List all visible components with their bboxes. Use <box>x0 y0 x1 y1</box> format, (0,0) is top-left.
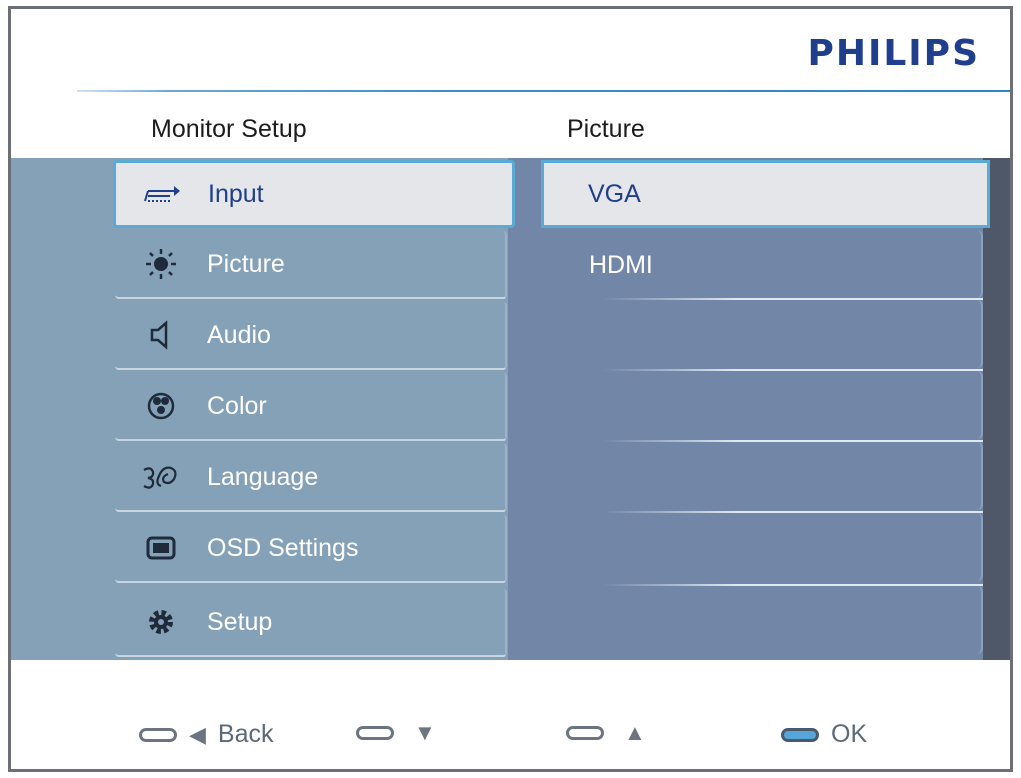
ok-key-label: OK <box>831 720 868 748</box>
menu-item-label: Audio <box>207 320 271 349</box>
osd-window: PHILIPS Monitor Setup Picture Input Pict… <box>8 6 1013 772</box>
menu-item-input[interactable]: Input <box>113 160 515 228</box>
menu-item-picture[interactable]: Picture <box>115 231 507 299</box>
ok-key[interactable]: OK <box>781 720 867 749</box>
menu-item-label: Setup <box>207 607 273 636</box>
menu-item-label: Picture <box>207 249 285 278</box>
submenu-slot <box>517 513 983 581</box>
submenu-slot <box>517 371 983 439</box>
menu-item-label: Language <box>207 462 319 491</box>
submenu-item-label: HDMI <box>589 250 653 279</box>
input-icon <box>142 181 182 207</box>
submenu-separator <box>603 584 983 586</box>
language-icon <box>141 462 181 492</box>
up-key[interactable]: ▲ <box>566 720 646 746</box>
menu-item-audio[interactable]: Audio <box>115 302 507 370</box>
submenu-item-hdmi[interactable]: HDMI <box>543 231 985 299</box>
back-key[interactable]: ◀ Back <box>139 720 274 749</box>
menu-item-color[interactable]: Color <box>115 373 507 441</box>
down-arrow-icon: ▼ <box>414 720 436 745</box>
submenu-separator <box>603 511 983 513</box>
footer <box>11 660 1010 769</box>
button-pill-icon <box>781 727 819 742</box>
menu-item-label: OSD Settings <box>207 533 359 562</box>
submenu-slot <box>517 586 983 654</box>
left-column-title: Monitor Setup <box>151 115 307 143</box>
gear-icon <box>141 607 181 637</box>
speaker-icon <box>141 320 181 350</box>
submenu-item-vga[interactable]: VGA <box>541 160 990 228</box>
menu-item-setup[interactable]: Setup <box>115 589 507 657</box>
button-pill-icon <box>566 726 604 740</box>
left-arrow-icon: ◀ <box>189 721 206 747</box>
back-key-label: Back <box>217 720 274 748</box>
menu-item-label: Input <box>208 179 264 208</box>
submenu-item-label: VGA <box>588 179 641 208</box>
menu-item-label: Color <box>207 391 267 420</box>
submenu-separator <box>603 440 983 442</box>
color-palette-icon <box>141 391 181 421</box>
menu-item-language[interactable]: Language <box>115 444 507 512</box>
submenu-slot <box>517 300 983 368</box>
button-pill-icon <box>356 726 394 740</box>
right-column-title: Picture <box>567 115 645 143</box>
down-key[interactable]: ▼ <box>356 720 436 746</box>
submenu-edge <box>983 158 1010 660</box>
button-pill-icon <box>139 727 177 742</box>
submenu-separator <box>603 369 983 371</box>
brand-divider <box>77 90 1010 92</box>
menu-item-osd-settings[interactable]: OSD Settings <box>115 515 507 583</box>
submenu-slot <box>517 442 983 510</box>
brand-logo: PHILIPS <box>807 33 980 74</box>
up-arrow-icon: ▲ <box>624 720 646 745</box>
brightness-icon <box>141 248 181 280</box>
osd-settings-icon <box>141 535 181 561</box>
